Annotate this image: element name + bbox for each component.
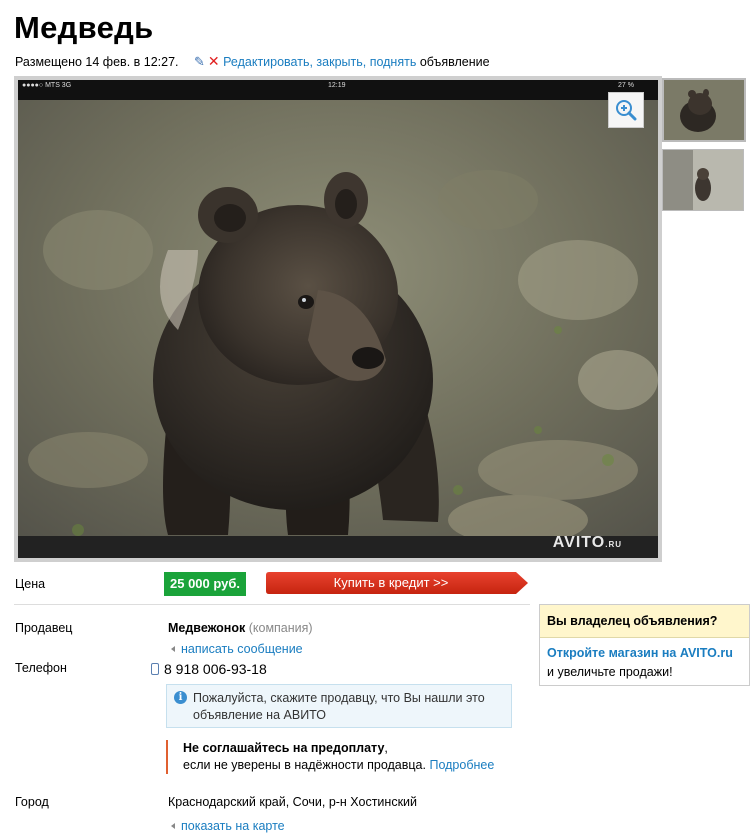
posted-date: Размещено 14 фев. в 12:27. — [15, 55, 179, 69]
thumbnail-2[interactable] — [662, 149, 744, 211]
actions-suffix: объявление — [416, 55, 490, 69]
phone-label: Телефон — [15, 661, 67, 675]
seller-type: (компания) — [248, 621, 313, 635]
left-arrow-icon — [171, 823, 175, 829]
avito-watermark: AVITO.RU — [552, 534, 622, 551]
info-notice: i Пожалуйста, скажите продавцу, что Вы н… — [166, 684, 512, 728]
price-label: Цена — [15, 577, 46, 591]
info-icon: i — [174, 691, 187, 704]
main-photo[interactable]: ●●●●○ MTS 3G 12:19 27 % AVITO.RU — [18, 80, 658, 558]
city-label: Город — [15, 795, 49, 809]
mobile-phone-icon — [151, 663, 159, 675]
warning-title: Не соглашайтесь на предоплату — [183, 741, 385, 755]
page-title: Медведь — [14, 10, 154, 45]
main-photo-frame: ●●●●○ MTS 3G 12:19 27 % AVITO.RU — [14, 76, 662, 562]
warning-text: если не уверены в надёжности продавца. — [183, 758, 426, 772]
show-map: показать на карте — [171, 817, 285, 835]
owner-box-text: и увеличьте продажи! — [547, 665, 673, 679]
ad-meta: Размещено 14 фев. в 12:27. ✎ ✕ Редактиров… — [15, 53, 490, 70]
zoom-in-icon — [616, 100, 637, 121]
notice-text: Пожалуйста, скажите продавцу, что Вы наш… — [193, 691, 485, 722]
show-on-map-link[interactable]: показать на карте — [181, 819, 285, 833]
close-x-icon[interactable]: ✕ — [208, 53, 220, 70]
phone-value: 8 918 006-93-18 — [164, 661, 267, 677]
thumbnail-list — [662, 78, 746, 218]
price-value: 25 000 руб. — [164, 572, 247, 596]
owner-promo-box: Вы владелец объявления? Откройте магазин… — [539, 604, 750, 686]
thumbnail-1[interactable] — [662, 78, 746, 142]
status-battery: 27 % — [618, 82, 634, 89]
write-message: написать сообщение — [171, 640, 303, 658]
credit-button-label: Купить в кредит >> — [333, 575, 449, 590]
owner-box-title: Вы владелец объявления? — [540, 605, 749, 638]
bear-cub-image — [18, 80, 658, 558]
open-shop-link[interactable]: Откройте магазин на AVITO.ru — [547, 646, 733, 660]
edit-close-raise-link[interactable]: Редактировать, закрыть, поднять — [223, 55, 416, 69]
seller-info: Медвежонок (компания) — [168, 621, 313, 635]
write-message-link[interactable]: написать сообщение — [181, 642, 303, 656]
zoom-button[interactable] — [608, 92, 644, 128]
seller-name: Медвежонок — [168, 621, 246, 635]
more-details-link[interactable]: Подробнее — [429, 758, 494, 772]
left-arrow-icon — [171, 646, 175, 652]
edit-pencil-icon[interactable]: ✎ — [194, 54, 205, 70]
city-value: Краснодарский край, Сочи, р-н Хостинский — [168, 795, 417, 809]
status-carrier: ●●●●○ MTS 3G — [22, 82, 72, 89]
buy-on-credit-button[interactable]: Купить в кредит >> — [266, 572, 528, 594]
prepayment-warning: Не соглашайтесь на предоплату, если не у… — [166, 740, 543, 774]
seller-label: Продавец — [15, 621, 73, 635]
status-time: 12:19 — [328, 82, 346, 89]
section-divider — [14, 604, 530, 605]
device-status-bar: ●●●●○ MTS 3G 12:19 27 % — [18, 80, 658, 100]
phone-number: 8 918 006-93-18 — [151, 661, 267, 677]
